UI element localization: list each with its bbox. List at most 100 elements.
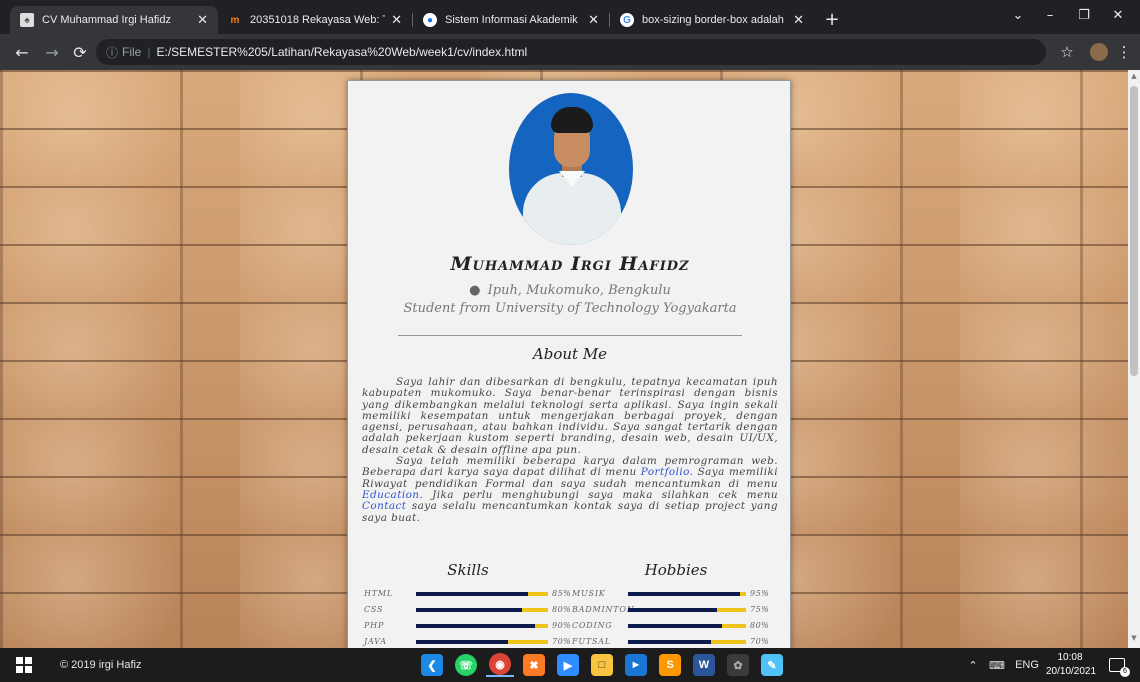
skill-bar-fill bbox=[416, 640, 508, 644]
skill-percent: 90% bbox=[552, 621, 572, 630]
hobby-label: BADMINTON bbox=[572, 605, 635, 614]
skill-bar-row: HTML 85% bbox=[364, 589, 571, 601]
skill-bar-row: CSS 80% bbox=[364, 605, 571, 617]
hobby-percent: 75% bbox=[750, 605, 770, 614]
close-icon[interactable]: ✕ bbox=[588, 12, 599, 28]
info-icon[interactable]: ⓘ bbox=[106, 44, 118, 61]
back-button[interactable]: ← bbox=[10, 40, 34, 64]
new-tab-button[interactable]: + bbox=[820, 7, 844, 31]
cv-subtitle: Student from University of Technology Yo… bbox=[403, 301, 737, 316]
hobby-bar-track bbox=[628, 608, 746, 612]
chevron-up-icon[interactable]: ⌃ bbox=[966, 653, 980, 677]
system-clock[interactable]: 10:08 20/10/2021 bbox=[1046, 651, 1096, 679]
zoom-icon[interactable]: ▶ bbox=[554, 653, 582, 677]
tab-cv[interactable]: ♠ CV Muhammad Irgi Hafidz ✕ bbox=[10, 6, 218, 34]
skill-bar-row: JAVA 70% bbox=[364, 637, 571, 648]
skill-bar-fill bbox=[416, 608, 522, 612]
skill-bar-track bbox=[416, 608, 548, 612]
hobby-bar-fill bbox=[628, 608, 717, 612]
notification-count: 6 bbox=[1120, 667, 1130, 677]
skill-bar-track bbox=[416, 624, 548, 628]
scroll-down-arrow-icon[interactable]: ▼ bbox=[1130, 634, 1138, 644]
url-scheme: File bbox=[122, 45, 142, 59]
profile-avatar[interactable] bbox=[1088, 40, 1110, 64]
hobby-bar-fill bbox=[628, 592, 740, 596]
about-text-part: saya selalu mencantumkan kontak saya di … bbox=[362, 500, 778, 524]
portfolio-link[interactable]: Portfolio bbox=[641, 466, 690, 478]
hobbies-heading: Hobbies bbox=[644, 561, 708, 579]
skill-bar-row: PHP 90% bbox=[364, 621, 571, 633]
hobby-bar-track bbox=[628, 640, 746, 644]
cv-favicon-icon: ♠ bbox=[20, 13, 34, 27]
cv-card: Muhammad Irgi Hafidz ● Ipuh, Mukomuko, B… bbox=[347, 80, 791, 648]
taskbar-footer-text: © 2019 irgi Hafiz bbox=[60, 659, 142, 671]
keyboard-icon[interactable]: ⌨ bbox=[986, 653, 1008, 677]
menu-kebab-icon[interactable]: ⋮ bbox=[1116, 40, 1132, 64]
scrollbar-thumb[interactable] bbox=[1130, 86, 1138, 376]
skill-label: HTML bbox=[364, 589, 394, 598]
close-icon[interactable]: ✕ bbox=[197, 12, 208, 28]
url-divider: | bbox=[147, 45, 151, 59]
hobby-bar-fill bbox=[628, 640, 711, 644]
chrome-icon[interactable]: ◉ bbox=[486, 653, 514, 677]
url-text: E:/SEMESTER%205/Latihan/Rekayasa%20Web/w… bbox=[156, 45, 528, 59]
tab-rekayasa-web[interactable]: m 20351018 Rekayasa Web: Tugas ✕ bbox=[218, 6, 412, 34]
hobby-percent: 70% bbox=[750, 637, 770, 646]
skill-bar-track bbox=[416, 640, 548, 644]
skills-heading: Skills bbox=[447, 561, 489, 579]
windows-start-icon[interactable] bbox=[12, 653, 36, 677]
whatsapp-icon[interactable]: ☏ bbox=[452, 653, 480, 677]
page-viewport: Muhammad Irgi Hafidz ● Ipuh, Mukomuko, B… bbox=[0, 70, 1128, 648]
tab-box-sizing[interactable]: G box-sizing border-box adalah - P ✕ bbox=[610, 6, 814, 34]
hobby-bar-row: MUSIK 95% bbox=[572, 589, 772, 601]
file-explorer-icon[interactable]: □ bbox=[588, 653, 616, 677]
skill-percent: 70% bbox=[552, 637, 572, 646]
hobby-bar-fill bbox=[628, 624, 722, 628]
address-bar[interactable]: ⓘ File | E:/SEMESTER%205/Latihan/Rekayas… bbox=[96, 39, 1046, 65]
tab-sistem-informasi[interactable]: ● Sistem Informasi Akademik ✕ bbox=[413, 6, 609, 34]
hobby-bar-row: BADMINTON 75% bbox=[572, 605, 772, 617]
hobby-bar-track bbox=[628, 592, 746, 596]
education-link[interactable]: Education bbox=[362, 489, 419, 501]
google-favicon-icon: G bbox=[620, 13, 634, 27]
tab-title: Sistem Informasi Akademik bbox=[445, 14, 578, 26]
scroll-up-arrow-icon[interactable]: ▲ bbox=[1130, 72, 1138, 82]
reload-button[interactable]: ⟳ bbox=[68, 40, 92, 64]
xampp-icon[interactable]: ✖ bbox=[520, 653, 548, 677]
notification-icon[interactable]: 6 bbox=[1104, 653, 1130, 677]
pen-tool-icon[interactable]: ✎ bbox=[758, 653, 786, 677]
hobby-bar-track bbox=[628, 624, 746, 628]
close-icon[interactable]: ✕ bbox=[793, 12, 804, 28]
hobby-bar-row: FUTSAL 70% bbox=[572, 637, 772, 648]
vscode-icon[interactable]: ❮ bbox=[418, 653, 446, 677]
hobby-percent: 95% bbox=[750, 589, 770, 598]
contact-link[interactable]: Contact bbox=[362, 500, 406, 512]
globe-favicon-icon: ● bbox=[423, 13, 437, 27]
clock-time: 10:08 bbox=[1057, 652, 1083, 663]
word-icon[interactable]: W bbox=[690, 653, 718, 677]
skill-bar-track bbox=[416, 592, 548, 596]
hobby-label: FUTSAL bbox=[572, 637, 611, 646]
skill-bar-fill bbox=[416, 592, 528, 596]
close-icon[interactable]: ✕ bbox=[391, 12, 402, 28]
paint-icon[interactable]: ✿ bbox=[724, 653, 752, 677]
close-window-button[interactable]: ✕ bbox=[1098, 0, 1138, 30]
photo-hair bbox=[551, 107, 593, 133]
hobby-label: MUSIK bbox=[572, 589, 606, 598]
skill-label: CSS bbox=[364, 605, 384, 614]
sublime-text-icon[interactable]: S bbox=[656, 653, 684, 677]
about-paragraph-1: Saya lahir dan dibesarkan di bengkulu, t… bbox=[362, 376, 778, 456]
map-marker-icon: ● bbox=[469, 283, 481, 298]
media-player-icon[interactable]: ► bbox=[622, 653, 650, 677]
profile-photo bbox=[509, 93, 633, 245]
language-indicator[interactable]: ENG bbox=[1012, 653, 1042, 677]
bookmark-star-icon[interactable]: ☆ bbox=[1056, 40, 1078, 64]
about-text: Saya lahir dan dibesarkan di bengkulu, t… bbox=[362, 376, 778, 524]
browser-toolbar: ← → ⟳ ⓘ File | E:/SEMESTER%205/Latihan/R… bbox=[0, 34, 1140, 70]
divider bbox=[398, 335, 742, 336]
tab-title: CV Muhammad Irgi Hafidz bbox=[42, 14, 171, 26]
taskbar: © 2019 irgi Hafiz ❮ ☏ ◉ ✖ ▶ □ ► S W ✿ ✎ … bbox=[0, 648, 1140, 682]
tab-title: box-sizing border-box adalah - P bbox=[642, 14, 788, 26]
forward-button[interactable]: → bbox=[40, 40, 64, 64]
skill-bar-fill bbox=[416, 624, 535, 628]
